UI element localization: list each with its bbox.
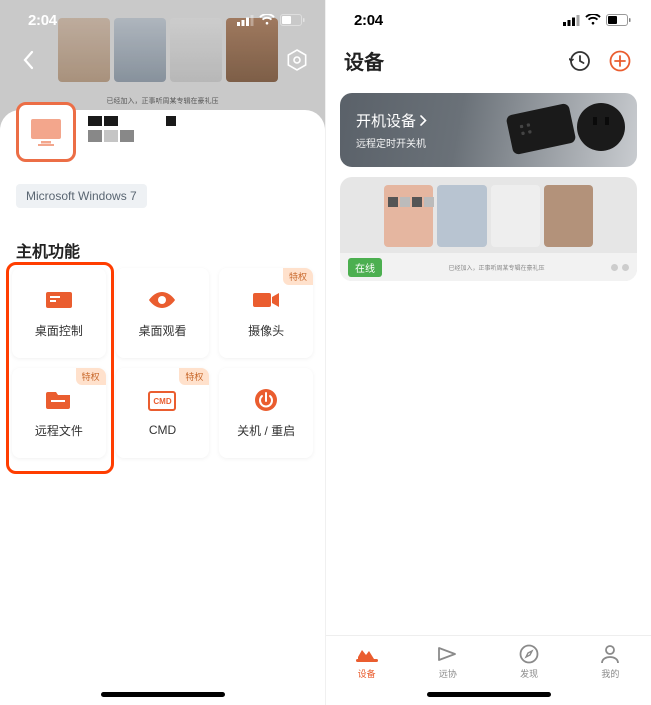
power-icon bbox=[254, 388, 278, 412]
func-desktop-control[interactable]: 桌面控制 bbox=[12, 268, 106, 358]
status-time: 2:04 bbox=[28, 12, 57, 29]
chevron-right-icon bbox=[420, 115, 427, 126]
func-remote-files[interactable]: 特权 远程文件 bbox=[12, 368, 106, 458]
settings-button[interactable] bbox=[283, 46, 311, 74]
func-cmd[interactable]: 特权 CMD CMD bbox=[116, 368, 210, 458]
chevron-left-icon bbox=[22, 50, 34, 70]
device-card[interactable]: 在线 已经加入，正事听周某专辑在豪礼压 bbox=[340, 177, 637, 281]
devices-tab-icon bbox=[356, 645, 378, 663]
history-icon bbox=[569, 50, 591, 72]
signal-icon bbox=[237, 15, 254, 26]
online-badge: 在线 bbox=[348, 258, 382, 277]
func-camera[interactable]: 特权 摄像头 bbox=[219, 268, 313, 358]
history-button[interactable] bbox=[567, 48, 593, 74]
status-time: 2:04 bbox=[354, 12, 383, 29]
wifi-icon bbox=[259, 14, 275, 26]
plus-circle-icon bbox=[609, 50, 631, 72]
monitor-icon bbox=[28, 114, 64, 150]
back-button[interactable] bbox=[14, 46, 42, 74]
os-badge: Microsoft Windows 7 bbox=[16, 184, 147, 208]
discover-tab-icon bbox=[519, 644, 539, 664]
devices-list-screen: 2:04 设备 开机设备 远程定时开关机 bbox=[325, 0, 651, 705]
battery-icon bbox=[606, 14, 631, 26]
promo-device-image bbox=[506, 103, 577, 155]
status-icons bbox=[563, 14, 631, 26]
promo-card[interactable]: 开机设备 远程定时开关机 bbox=[340, 93, 637, 167]
func-desktop-view[interactable]: 桌面观看 bbox=[116, 268, 210, 358]
eye-icon bbox=[147, 291, 177, 309]
status-icons bbox=[237, 14, 305, 26]
function-grid: 桌面控制 桌面观看 特权 摄像头 特权 远程文件 特权 CMD CMD bbox=[12, 268, 313, 458]
remote-tab-icon bbox=[437, 645, 459, 663]
func-power[interactable]: 关机 / 重启 bbox=[219, 368, 313, 458]
tab-profile[interactable]: 我的 bbox=[570, 636, 651, 705]
home-indicator[interactable] bbox=[101, 692, 225, 697]
device-avatar bbox=[16, 102, 76, 162]
home-indicator[interactable] bbox=[427, 692, 551, 697]
promo-subtitle: 远程定时开关机 bbox=[356, 135, 427, 150]
detail-sheet: Microsoft Windows 7 主机功能 桌面控制 桌面观看 特权 摄像… bbox=[0, 110, 325, 705]
perk-badge: 特权 bbox=[179, 368, 209, 385]
desktop-control-icon bbox=[45, 289, 73, 311]
wifi-icon bbox=[585, 14, 601, 26]
promo-title: 开机设备 bbox=[356, 110, 416, 131]
device-detail-screen: 已经加入，正事听周某专辑在豪礼压 2:04 bbox=[0, 0, 325, 705]
cmd-icon: CMD bbox=[148, 391, 176, 411]
device-name-pixelated bbox=[388, 197, 434, 207]
card-dots-icon bbox=[611, 264, 629, 271]
perk-badge: 特权 bbox=[76, 368, 106, 385]
folder-icon bbox=[46, 390, 72, 410]
hexagon-gear-icon bbox=[286, 49, 308, 71]
device-name-pixelated bbox=[88, 102, 176, 142]
device-caption: 已经加入，正事听周某专辑在豪礼压 bbox=[448, 263, 544, 272]
camera-icon bbox=[252, 291, 280, 309]
page-title: 设备 bbox=[344, 46, 384, 75]
tab-devices[interactable]: 设备 bbox=[326, 636, 407, 705]
promo-plug-image bbox=[577, 103, 625, 151]
signal-icon bbox=[563, 15, 580, 26]
add-button[interactable] bbox=[607, 48, 633, 74]
section-title: 主机功能 bbox=[16, 238, 80, 262]
profile-tab-icon bbox=[600, 644, 620, 664]
perk-badge: 特权 bbox=[283, 268, 313, 285]
battery-icon bbox=[280, 14, 305, 26]
